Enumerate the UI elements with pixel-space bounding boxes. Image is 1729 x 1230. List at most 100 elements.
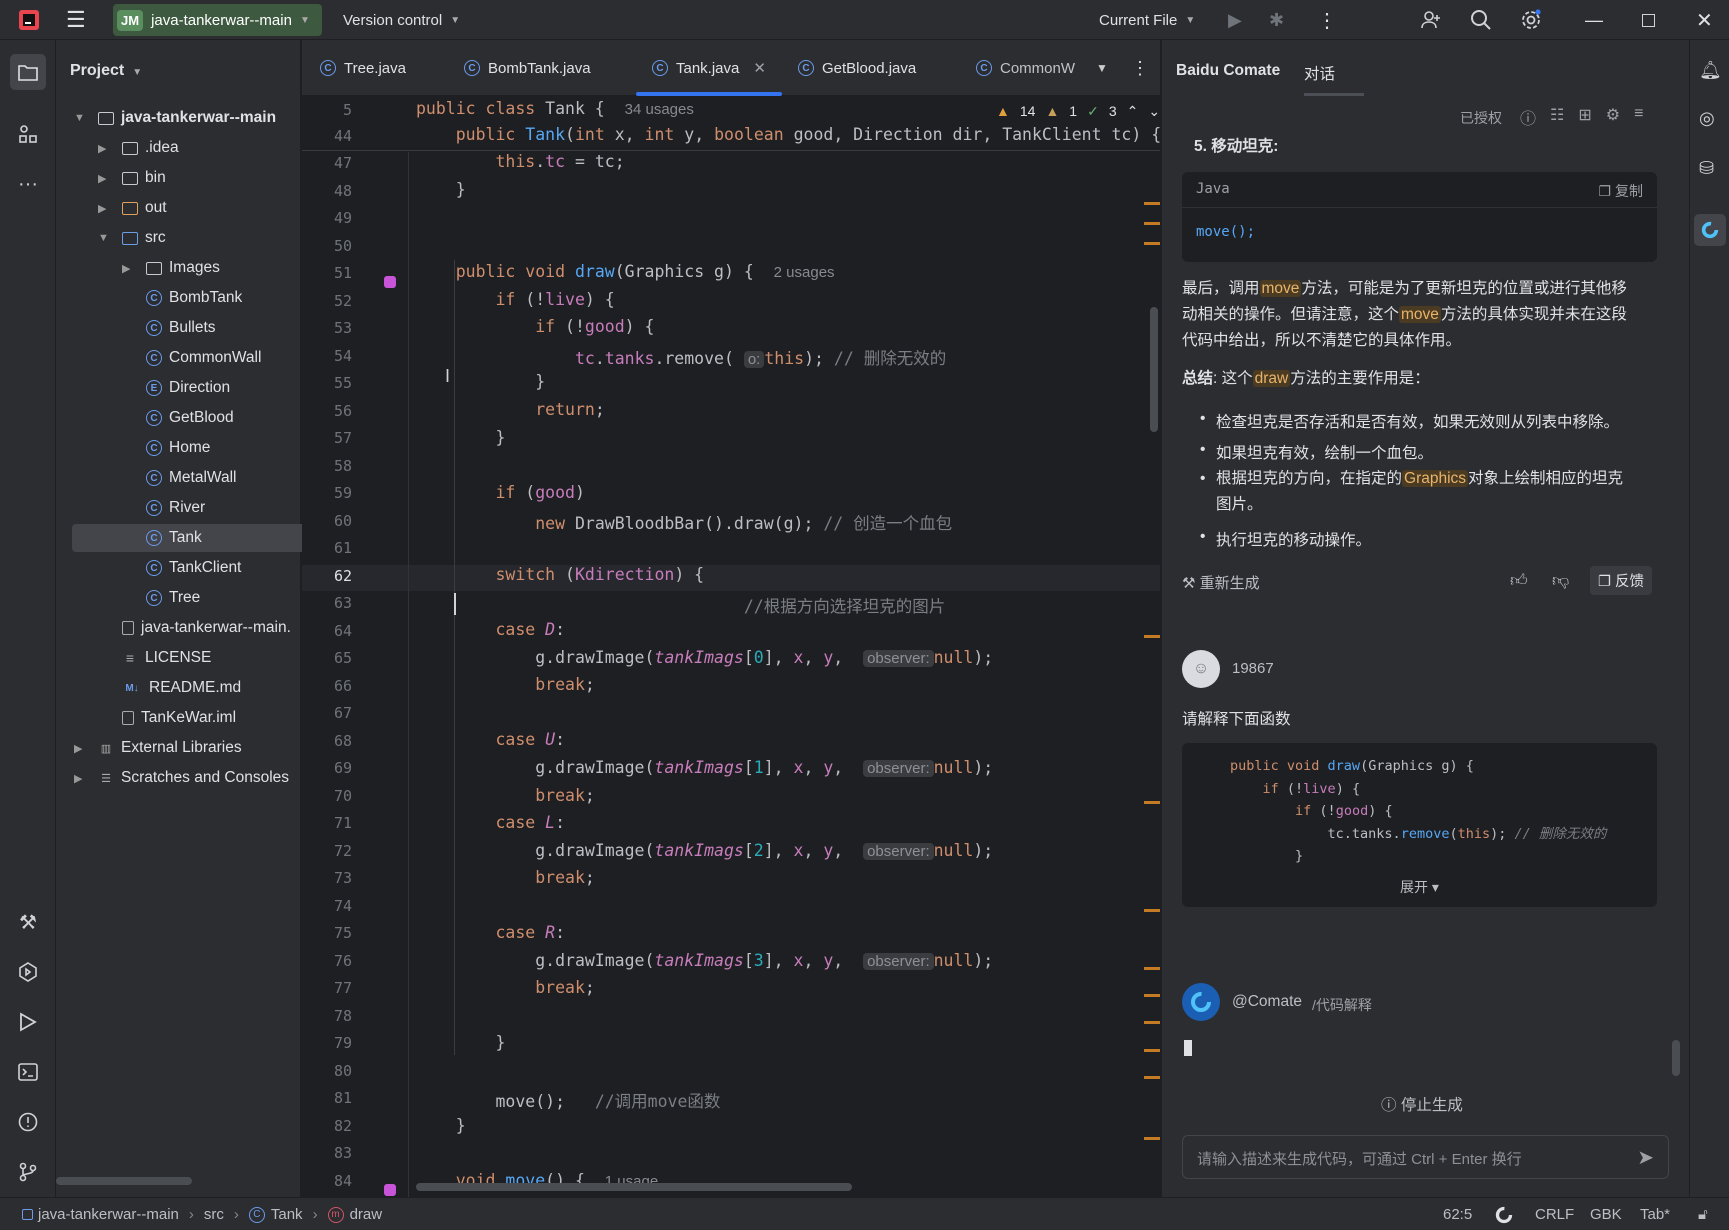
- notifications-icon[interactable]: 🔔︎: [1699, 60, 1722, 81]
- implementation-marker-icon[interactable]: [384, 276, 396, 288]
- comate-status-icon[interactable]: [1495, 1198, 1513, 1230]
- vcs-widget[interactable]: Version control ▼: [343, 0, 460, 40]
- project-panel-title[interactable]: Project ▼: [70, 62, 142, 80]
- problems-tool-icon[interactable]: [14, 1108, 42, 1136]
- tab-list-chevron-icon[interactable]: ▼: [1096, 40, 1108, 96]
- sticky-line-constructor[interactable]: public Tank(int x, int y, boolean good, …: [416, 125, 1161, 144]
- tab-more-icon[interactable]: ⋮: [1131, 40, 1149, 96]
- line-separator[interactable]: CRLF: [1535, 1198, 1574, 1230]
- tree-item-scratches[interactable]: ▶ ☰ Scratches and Consoles: [74, 764, 289, 792]
- thumbs-up-icon[interactable]: 👍︎: [1510, 570, 1528, 591]
- next-highlight-icon[interactable]: ⌄: [1148, 103, 1160, 120]
- project-widget[interactable]: JM java-tankerwar--main ▼: [113, 4, 322, 36]
- tree-item-metalwall[interactable]: C MetalWall: [146, 464, 236, 492]
- tree-item-bin[interactable]: ▶ bin: [98, 164, 166, 192]
- tree-item-src[interactable]: ▼ src: [98, 224, 166, 252]
- tree-item-images[interactable]: ▶ Images: [122, 254, 220, 282]
- tree-root[interactable]: ▼ java-tankerwar--main: [74, 104, 276, 132]
- tab-label: CommonW: [1000, 59, 1076, 77]
- expand-button[interactable]: 展开 ▾: [1182, 877, 1657, 897]
- tree-item-direction[interactable]: E Direction: [146, 374, 230, 402]
- tree-item-bombtank[interactable]: C BombTank: [146, 284, 242, 312]
- settings-icon[interactable]: [1520, 0, 1542, 40]
- copy-button[interactable]: ❐ 复制: [1599, 181, 1643, 201]
- tree-item-bullets[interactable]: C Bullets: [146, 314, 216, 342]
- caret-position[interactable]: 62:5: [1443, 1198, 1472, 1230]
- tree-item-getblood[interactable]: C GetBlood: [146, 404, 234, 432]
- main-menu-icon[interactable]: ☰: [66, 0, 86, 40]
- regenerate-button[interactable]: ⚒ 重新生成: [1182, 572, 1260, 593]
- app-logo-icon[interactable]: [18, 0, 40, 40]
- sticky-line-class[interactable]: public class Tank { 34 usages: [416, 99, 694, 118]
- plugins-icon[interactable]: ⊞: [1578, 105, 1591, 129]
- structure-tool-icon[interactable]: [14, 120, 42, 148]
- breadcrumb-method[interactable]: draw: [350, 1206, 383, 1223]
- terminal-tool-icon[interactable]: [14, 1058, 42, 1086]
- add-user-icon[interactable]: [1420, 0, 1442, 40]
- error-stripe[interactable]: [1140, 152, 1160, 1197]
- tree-item-home[interactable]: C Home: [146, 434, 210, 462]
- tree-item-tankclient[interactable]: C TankClient: [146, 554, 241, 582]
- tab-tank-java[interactable]: C Tank.java ✕: [636, 40, 782, 96]
- collapse-panel-icon[interactable]: ≡: [1634, 105, 1643, 129]
- read-only-lock-icon[interactable]: 🔓︎: [1698, 1198, 1708, 1230]
- tree-item-iml[interactable]: TanKeWar.iml: [122, 704, 236, 732]
- debug-icon[interactable]: ✱: [1269, 0, 1284, 40]
- minimize-icon[interactable]: —: [1585, 0, 1603, 40]
- tab-bombtank-java[interactable]: C BombTank.java: [464, 40, 591, 96]
- implementation-marker-icon[interactable]: [384, 1184, 396, 1196]
- tree-item-out[interactable]: ▶ out: [98, 194, 167, 222]
- inspection-widget[interactable]: ▲ 14 ▲ 1 ✓ 3 ⌃ ⌄: [990, 103, 1161, 120]
- run-icon[interactable]: ▶: [1228, 0, 1242, 40]
- breadcrumb-src[interactable]: src: [204, 1206, 224, 1223]
- run-tool-icon[interactable]: [14, 1008, 42, 1036]
- markdown-icon: M↓: [125, 682, 139, 694]
- file-encoding[interactable]: GBK: [1590, 1198, 1622, 1230]
- chat-scrollbar-thumb[interactable]: [1672, 1040, 1680, 1076]
- tree-item-river[interactable]: C River: [146, 494, 205, 522]
- send-icon[interactable]: ➤: [1637, 1145, 1654, 1170]
- services-tool-icon[interactable]: [14, 958, 42, 986]
- chat-input[interactable]: 请输入描述来生成代码，可通过 Ctrl + Enter 换行 ➤: [1182, 1135, 1669, 1179]
- stop-generating-button[interactable]: ⓘ 停止生成: [1381, 1093, 1463, 1115]
- tree-item-commonwall[interactable]: C CommonWall: [146, 344, 261, 372]
- breadcrumb-project[interactable]: java-tankerwar--main: [38, 1206, 179, 1223]
- more-tools-icon[interactable]: ···: [14, 170, 42, 198]
- search-icon[interactable]: [1470, 0, 1492, 40]
- tree-item-idea[interactable]: ▶ .idea: [98, 134, 179, 162]
- vertical-scrollbar-thumb[interactable]: [1150, 307, 1158, 432]
- tree-item-tree[interactable]: C Tree: [146, 584, 200, 612]
- comate-settings-icon[interactable]: ⚙: [1606, 105, 1620, 129]
- tab-chat[interactable]: 对话: [1304, 62, 1335, 84]
- chat-history-icon[interactable]: ☷: [1550, 105, 1564, 129]
- tab-commonwall-java[interactable]: C CommonW: [976, 40, 1075, 96]
- close-window-icon[interactable]: ✕: [1696, 0, 1713, 40]
- tab-getblood-java[interactable]: C GetBlood.java: [798, 40, 916, 96]
- tree-item-readme[interactable]: M↓ README.md: [122, 674, 241, 702]
- class-icon: C: [146, 470, 162, 486]
- tab-tree-java[interactable]: C Tree.java: [320, 40, 406, 96]
- horizontal-scrollbar[interactable]: [56, 1177, 192, 1185]
- git-tool-icon[interactable]: [14, 1158, 42, 1186]
- help-icon[interactable]: ⓘ: [1520, 105, 1536, 129]
- feedback-button[interactable]: ❐ 反馈: [1590, 566, 1653, 595]
- close-tab-icon[interactable]: ✕: [753, 59, 766, 77]
- previous-highlight-icon[interactable]: ⌃: [1127, 103, 1139, 120]
- code-area[interactable]: 47 48 49 50 51 52 53 54 55 56 57 58 59 60 61 62 63 64 65 66…: [302, 152, 1160, 1197]
- comate-tool-icon[interactable]: [1694, 214, 1726, 246]
- indent-setting[interactable]: Tab*: [1640, 1198, 1670, 1230]
- run-config-selector[interactable]: Current File ▼: [1099, 0, 1195, 40]
- project-tool-icon[interactable]: [10, 54, 46, 90]
- param-hint: observer:: [863, 650, 934, 667]
- thumbs-down-icon[interactable]: 👎︎: [1552, 570, 1569, 591]
- tree-item-license[interactable]: ≡ LICENSE: [122, 644, 211, 672]
- ai-assistant-icon[interactable]: ◎: [1699, 108, 1715, 129]
- horizontal-scrollbar[interactable]: [416, 1183, 852, 1191]
- database-icon[interactable]: ⛁: [1699, 158, 1714, 179]
- breadcrumb-class[interactable]: Tank: [271, 1206, 303, 1223]
- more-actions-icon[interactable]: ⋮: [1317, 0, 1337, 40]
- tree-item-main-file[interactable]: java-tankerwar--main.: [122, 614, 291, 642]
- commit-tool-icon[interactable]: ⚒: [14, 908, 42, 936]
- maximize-icon[interactable]: [1642, 0, 1655, 40]
- tree-item-external-libraries[interactable]: ▶ ▥ External Libraries: [74, 734, 242, 762]
